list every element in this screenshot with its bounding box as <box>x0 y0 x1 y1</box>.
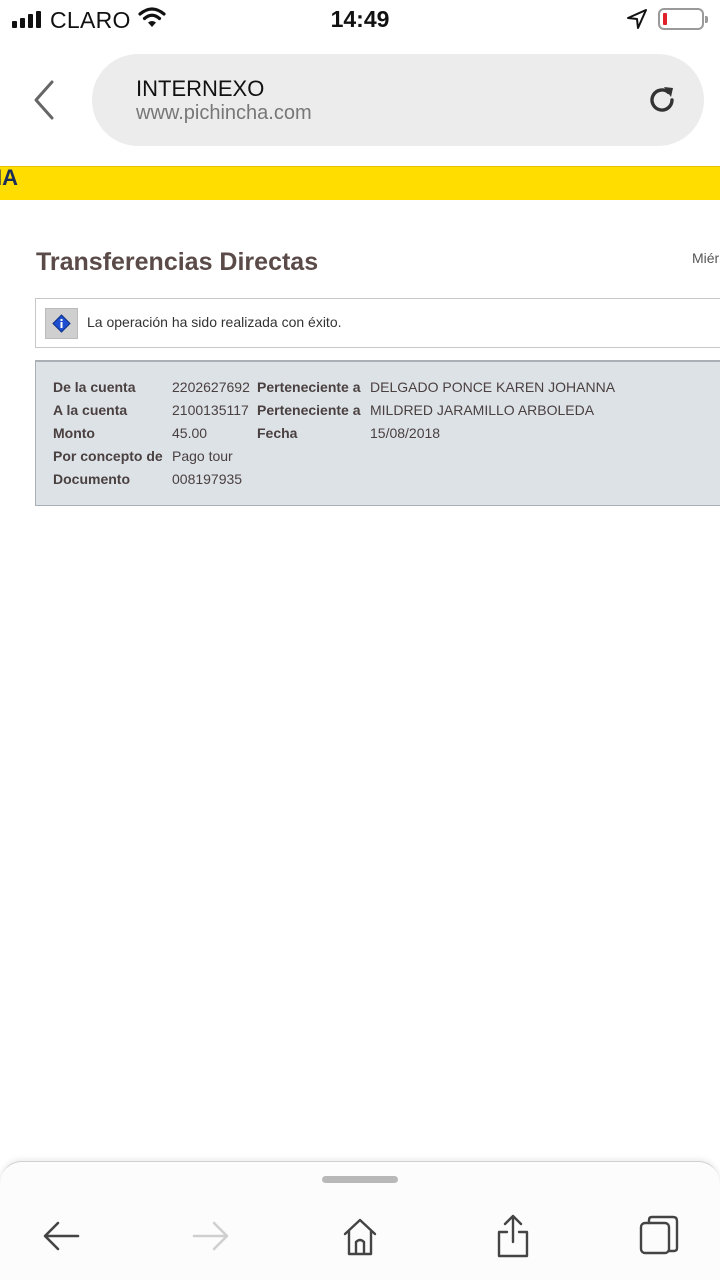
forward-arrow-icon[interactable] <box>186 1214 234 1258</box>
document-value: 008197935 <box>172 471 243 487</box>
info-icon <box>52 314 71 333</box>
page-title: Transferencias Directas <box>36 248 319 276</box>
battery-icon <box>658 8 708 30</box>
info-icon-frame <box>45 308 78 339</box>
date-text: Miér <box>692 250 720 266</box>
concept-label: Por concepto de <box>53 448 163 464</box>
concept-value: Pago tour <box>172 448 233 464</box>
success-message: La operación ha sido realizada con éxito… <box>87 314 342 330</box>
from-account-label: De la cuenta <box>53 379 136 395</box>
to-owner-label: Perteneciente a <box>257 402 361 418</box>
home-icon[interactable] <box>336 1214 384 1258</box>
toolbar-grabber[interactable] <box>322 1176 398 1183</box>
site-url: www.pichincha.com <box>136 102 312 124</box>
transfer-details-panel: De la cuenta 2202627692 Perteneciente a … <box>35 360 720 506</box>
share-icon[interactable] <box>489 1214 537 1258</box>
back-chevron-icon[interactable] <box>28 78 62 122</box>
brand-banner: IA <box>0 166 720 200</box>
banner-text: IA <box>0 166 18 190</box>
tabs-icon[interactable] <box>635 1214 683 1258</box>
to-account-label: A la cuenta <box>53 402 128 418</box>
date-label: Fecha <box>257 425 298 441</box>
from-owner-label: Perteneciente a <box>257 379 361 395</box>
status-bar: CLARO 14:49 <box>0 0 720 40</box>
back-arrow-icon[interactable] <box>38 1214 86 1258</box>
to-account-value: 2100135117 <box>172 402 249 418</box>
location-arrow-icon <box>627 9 647 29</box>
success-message-box: La operación ha sido realizada con éxito… <box>35 298 720 348</box>
amount-value: 45.00 <box>172 425 208 441</box>
from-owner-value: DELGADO PONCE KAREN JOHANNA <box>370 379 616 395</box>
web-page: IA Transferencias Directas Miér La opera… <box>0 166 720 1161</box>
to-owner-value: MILDRED JARAMILLO ARBOLEDA <box>370 402 595 418</box>
amount-label: Monto <box>53 425 95 441</box>
clock: 14:49 <box>330 6 390 32</box>
browser-toolbar <box>0 1161 720 1280</box>
document-label: Documento <box>53 471 130 487</box>
address-bar[interactable]: INTERNEXO www.pichincha.com <box>92 54 704 146</box>
site-title: INTERNEXO <box>136 76 265 101</box>
date-value: 15/08/2018 <box>370 425 441 441</box>
from-account-value: 2202627692 <box>172 379 250 395</box>
reload-icon[interactable] <box>644 82 680 118</box>
